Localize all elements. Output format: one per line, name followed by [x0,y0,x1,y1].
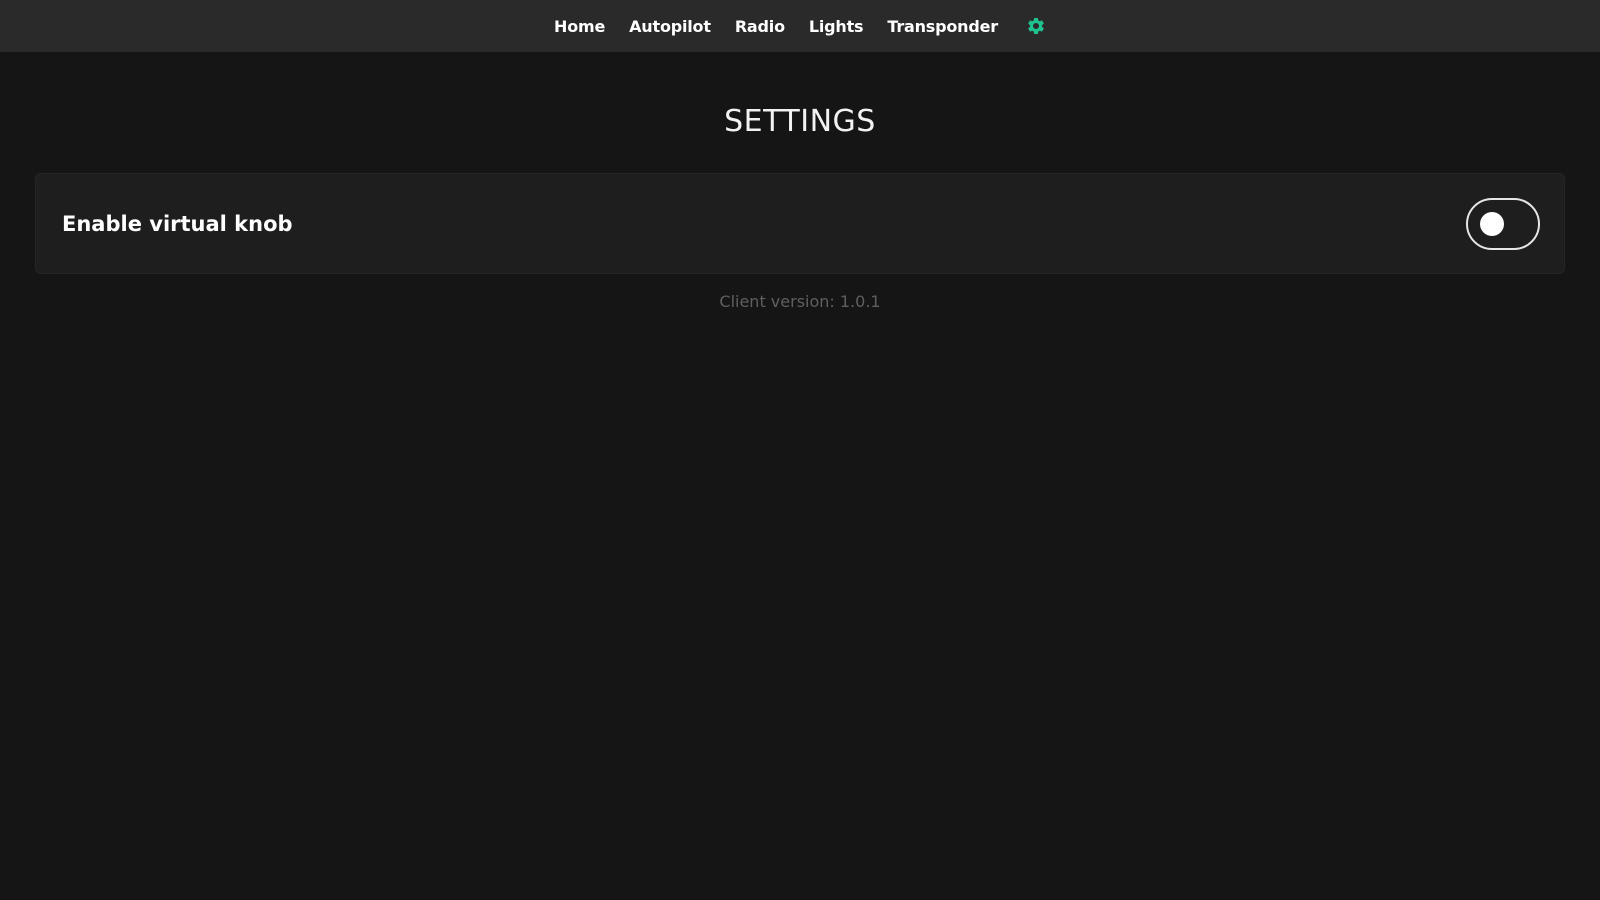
top-nav-bar: Home Autopilot Radio Lights Transponder [0,0,1600,52]
nav-lights[interactable]: Lights [809,17,864,36]
nav-transponder[interactable]: Transponder [887,17,998,36]
nav-home[interactable]: Home [554,17,605,36]
setting-label: Enable virtual knob [62,211,293,236]
gear-icon[interactable] [1026,16,1046,36]
nav-radio[interactable]: Radio [735,17,785,36]
virtual-knob-toggle[interactable] [1466,197,1540,250]
setting-row-virtual-knob: Enable virtual knob [35,173,1565,274]
client-version: Client version: 1.0.1 [719,292,881,311]
nav-autopilot[interactable]: Autopilot [629,17,711,36]
toggle-knob [1480,211,1504,236]
page-title: SETTINGS [724,104,876,139]
